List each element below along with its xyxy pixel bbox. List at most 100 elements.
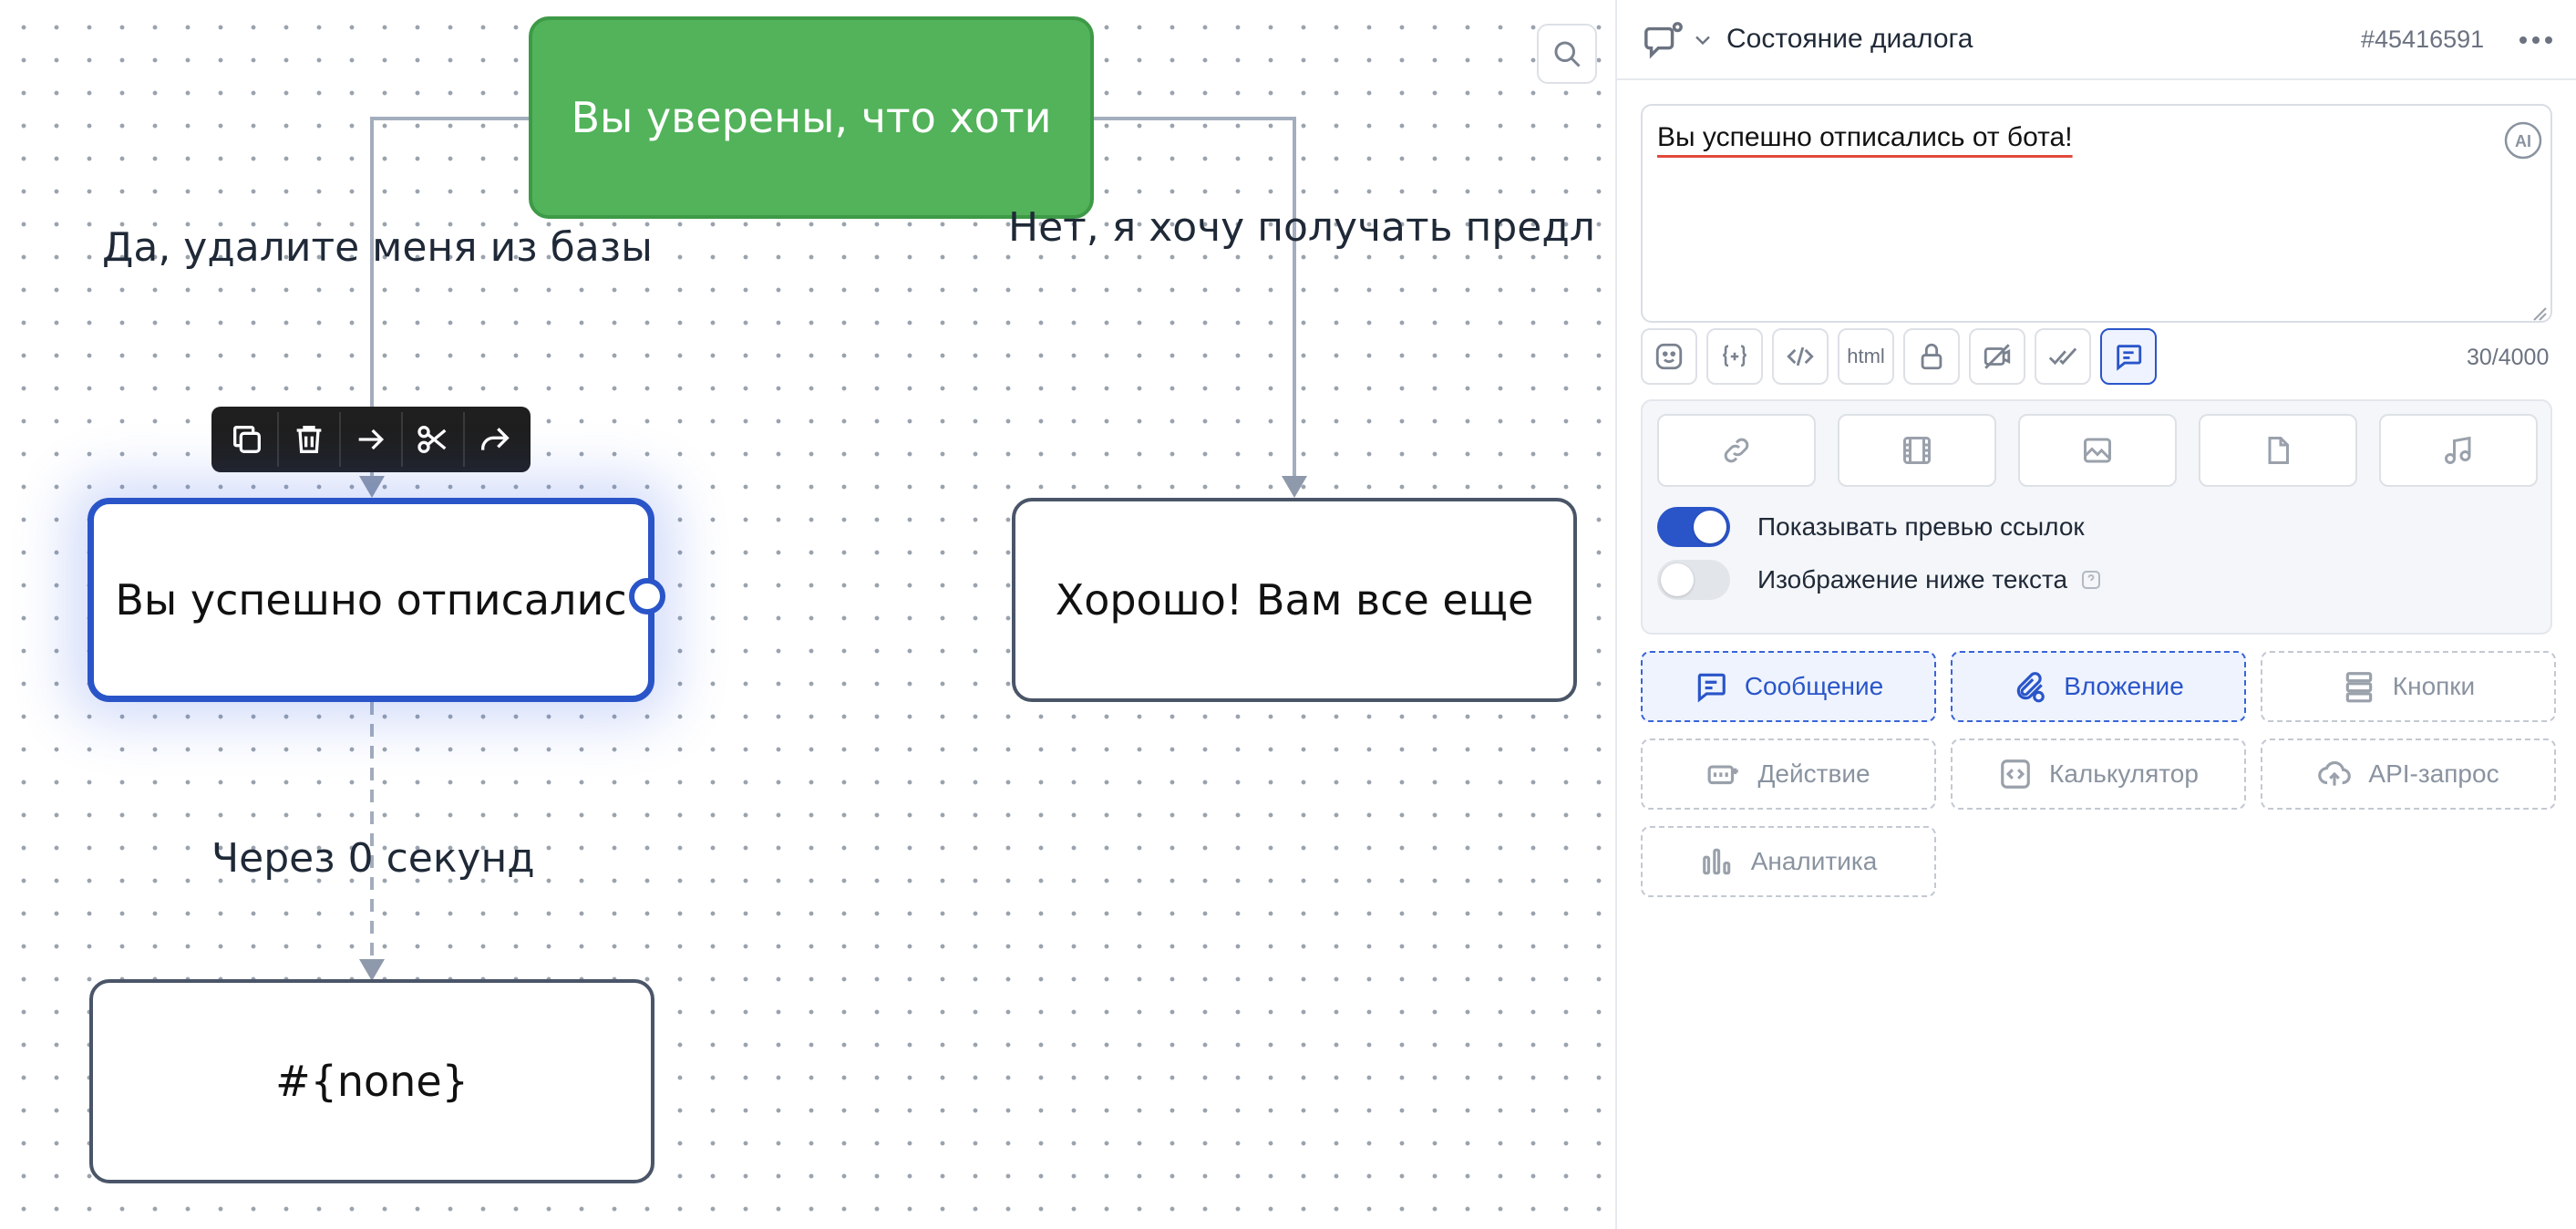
lock-icon [1921, 343, 1942, 370]
message-icon [1697, 673, 1726, 703]
trash-icon [296, 426, 322, 453]
image-icon [2084, 438, 2111, 463]
link-icon [1724, 438, 1749, 463]
node-unsubscribed-text: Вы успешно отписалис [115, 575, 627, 625]
image-below-row: Изображение ниже текста [1657, 560, 2102, 600]
edge-no [1094, 117, 1296, 487]
link-preview-label: Показывать превью ссылок [1757, 512, 2085, 541]
variable-icon [1723, 345, 1747, 367]
arrow-no [1282, 476, 1307, 498]
cloud-upload-icon [2318, 760, 2352, 786]
type-attachment-label: Вложение [2064, 672, 2184, 700]
file-icon [2268, 437, 2289, 464]
type-api-button[interactable]: API-запрос [2261, 738, 2556, 810]
share-button[interactable] [465, 412, 525, 467]
chevron-down-icon[interactable] [1690, 27, 1716, 53]
type-action-button[interactable]: Действие [1641, 738, 1936, 810]
type-calculator-label: Калькулятор [2049, 759, 2199, 788]
type-calculator-button[interactable]: Калькулятор [1951, 738, 2246, 810]
analytics-icon [1702, 848, 1730, 875]
share-icon [481, 428, 510, 450]
scissors-icon [417, 426, 447, 453]
double-check-icon [2048, 347, 2077, 366]
panel-header: Состояние диалога #45416591 [1617, 0, 2576, 80]
node-none[interactable]: #{none} [89, 979, 654, 1183]
calculator-icon [2001, 759, 2030, 789]
copy-icon [233, 426, 261, 453]
node-id[interactable]: #45416591 [2361, 26, 2484, 54]
copy-button[interactable] [217, 412, 279, 467]
video-icon [1903, 437, 1931, 464]
type-analytics-button[interactable]: Аналитика [1641, 826, 1936, 897]
delete-button[interactable] [279, 412, 341, 467]
code-button[interactable] [1772, 328, 1829, 385]
message-editor[interactable]: Вы успешно отписались от бота! AI [1641, 104, 2552, 323]
arrow-yes [359, 476, 385, 498]
read-receipt-button[interactable] [2035, 328, 2091, 385]
node-good-text: Хорошо! Вам все еще [1055, 575, 1534, 625]
panel-title: Состояние диалога [1726, 24, 1973, 54]
edge-label-no[interactable]: Нет, я хочу получать предл [1008, 204, 1595, 251]
move-button[interactable] [341, 412, 403, 467]
no-preview-icon [1984, 344, 2011, 369]
canvas-search-button[interactable] [1537, 24, 1597, 84]
node-none-text: #{none} [275, 1057, 469, 1106]
emoji-icon [1655, 343, 1683, 370]
add-audio-button[interactable] [2379, 414, 2538, 487]
emoji-button[interactable] [1641, 328, 1697, 385]
node-good[interactable]: Хорошо! Вам все еще [1012, 498, 1577, 702]
media-buttons [1657, 414, 2538, 487]
html-button[interactable]: html [1838, 328, 1894, 385]
action-icon [1708, 765, 1739, 785]
more-icon[interactable] [2514, 24, 2558, 57]
edge-label-delay[interactable]: Через 0 секунд [211, 835, 535, 882]
arrow-delay [359, 959, 385, 981]
add-image-button[interactable] [2018, 414, 2177, 487]
svg-text:AI: AI [2515, 132, 2531, 150]
properties-panel: Состояние диалога #45416591 Вы успешно о… [1615, 0, 2576, 1229]
type-analytics-label: Аналитика [1750, 847, 1878, 875]
link-preview-row: Показывать превью ссылок [1657, 507, 2085, 547]
format-toolbar: html [1641, 328, 2157, 387]
attachment-icon [2016, 672, 2045, 703]
variable-button[interactable] [1706, 328, 1763, 385]
audio-icon [2445, 436, 2471, 464]
html-label: html [1847, 345, 1885, 367]
image-below-label: Изображение ниже текста [1757, 565, 2068, 594]
add-video-button[interactable] [1838, 414, 1996, 487]
message-text[interactable]: Вы успешно отписались от бота! [1657, 122, 2073, 153]
flow-canvas[interactable]: Вы уверены, что хоти Да, удалите меня из… [0, 0, 1615, 1229]
no-preview-button[interactable] [1969, 328, 2025, 385]
type-api-label: API-запрос [2368, 759, 2499, 788]
type-action-label: Действие [1757, 759, 1870, 788]
ai-icon[interactable]: AI [2503, 120, 2543, 160]
image-below-toggle[interactable] [1657, 560, 1730, 600]
search-icon [1554, 41, 1581, 67]
buttons-icon [2345, 672, 2373, 703]
node-question[interactable]: Вы уверены, что хоти [529, 16, 1094, 219]
type-buttons-label: Кнопки [2392, 672, 2476, 700]
resize-grip-icon[interactable] [2530, 305, 2547, 321]
protect-button[interactable] [1903, 328, 1960, 385]
link-preview-toggle[interactable] [1657, 507, 1730, 547]
node-toolbar [211, 407, 531, 472]
type-message-label: Сообщение [1744, 672, 1884, 700]
message-icon [2117, 345, 2142, 371]
edge-label-yes[interactable]: Да, удалите меня из базы [102, 224, 653, 271]
chat-state-icon[interactable] [1643, 20, 1685, 62]
type-buttons-button[interactable]: Кнопки [2261, 651, 2556, 722]
node-unsubscribed[interactable]: Вы успешно отписалис [88, 498, 654, 702]
help-icon[interactable] [2080, 569, 2102, 591]
arrow-right-icon [358, 429, 385, 450]
add-file-button[interactable] [2199, 414, 2357, 487]
type-message-button[interactable]: Сообщение [1641, 651, 1936, 722]
type-attachment-button[interactable]: Вложение [1951, 651, 2246, 722]
attachments-box: Показывать превью ссылок Изображение ниж… [1641, 399, 2552, 635]
node-question-text: Вы уверены, что хоти [571, 93, 1052, 142]
message-mode-button[interactable] [2100, 328, 2157, 385]
output-handle[interactable] [629, 578, 665, 614]
code-icon [1787, 346, 1814, 367]
cut-button[interactable] [403, 412, 465, 467]
char-counter: 30/4000 [2467, 345, 2550, 370]
add-link-button[interactable] [1657, 414, 1816, 487]
